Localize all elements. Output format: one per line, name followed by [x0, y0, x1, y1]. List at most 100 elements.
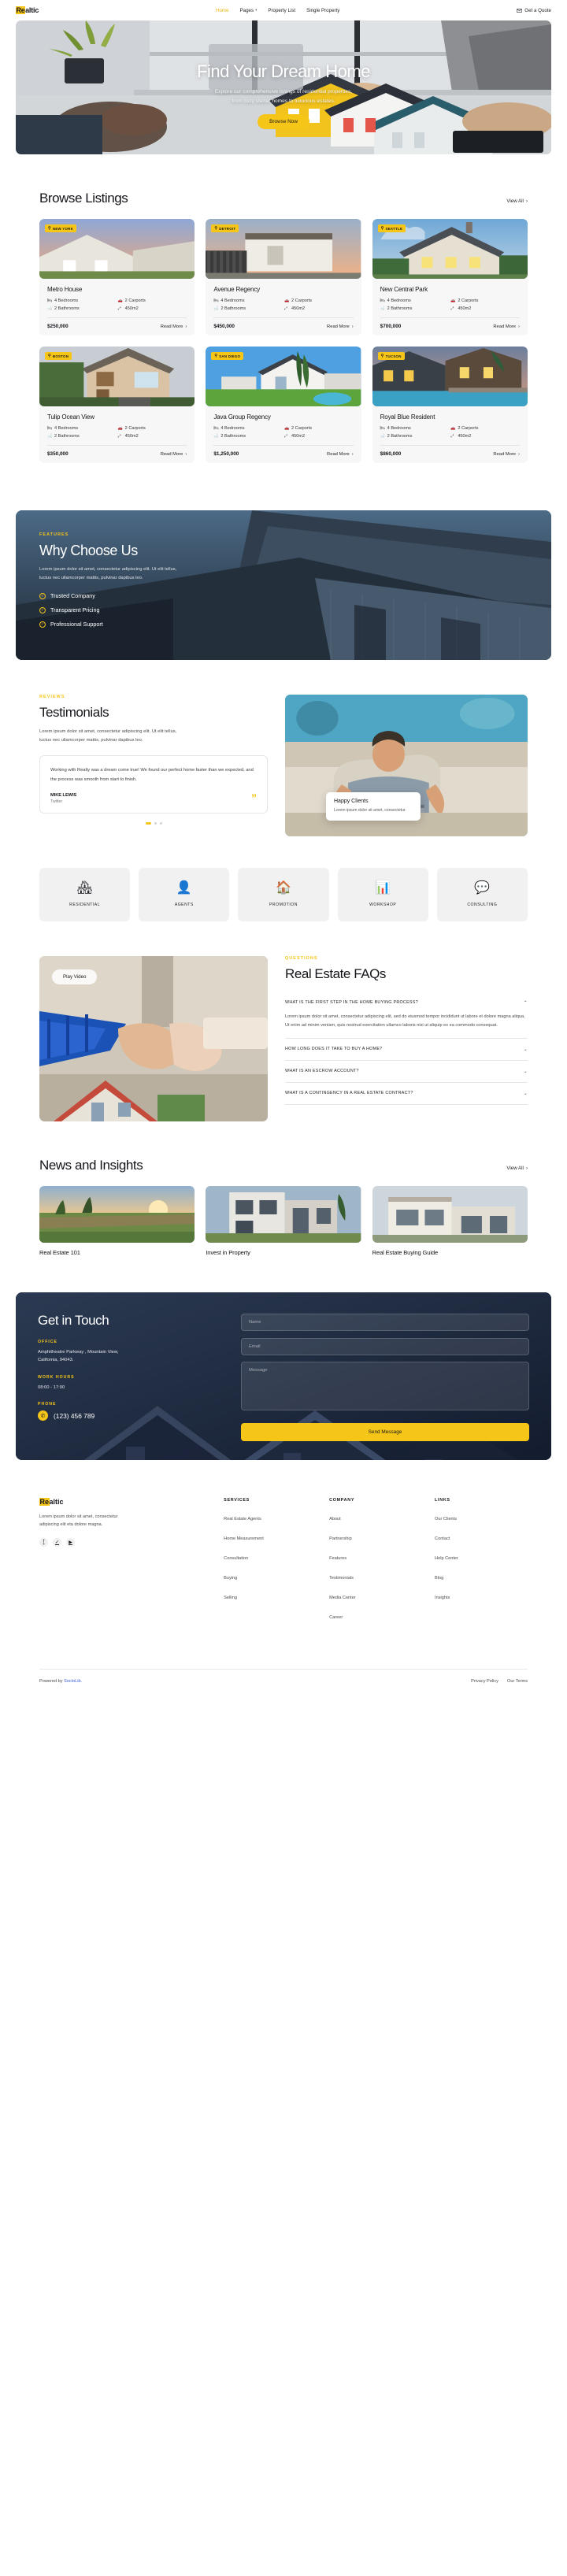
nav-item-pages[interactable]: Pages ▾	[240, 8, 258, 13]
terms-link[interactable]: Our Terms	[507, 1679, 528, 1684]
testimonial-author-row: MIKE LEWIS Twitter ”	[50, 792, 257, 804]
happy-clients-card: Happy Clients Lorem ipsum dolor sit amet…	[326, 792, 421, 821]
footer-link[interactable]: Home Measurement	[224, 1536, 264, 1541]
listings-view-all-link[interactable]: View All ›	[506, 198, 528, 206]
privacy-policy-link[interactable]: Privacy Policy	[471, 1679, 498, 1684]
site-footer: Realtic Lorem ipsum dolor sit amet, cons…	[39, 1460, 528, 1696]
category-workshop[interactable]: 📊 WORKSHOP	[337, 868, 428, 921]
get-a-quote-button[interactable]: Get a Quote	[517, 8, 551, 13]
footer-link[interactable]: Our Clients	[435, 1517, 457, 1522]
footer-link[interactable]: Features	[329, 1556, 346, 1561]
spec-bathrooms: 🛁 2 Bathrooms	[213, 434, 246, 439]
property-card[interactable]: ⚲ DETROIT Avenue Regency 🛏 4 Bedrooms 🚗 2 C…	[206, 219, 361, 335]
category-consulting[interactable]: 💬 CONSULTING	[436, 868, 528, 921]
property-card[interactable]: ⚲ SEATTLE New Central Park 🛏 4 Bedrooms 🚗 2…	[372, 219, 528, 335]
read-more-link[interactable]: Read More ›	[161, 324, 187, 329]
news-card[interactable]: Invest in Property	[206, 1186, 361, 1256]
property-card[interactable]: ⚲ BOSTON Tulip Ocean View 🛏 4 Bedrooms 🚗 2 …	[39, 347, 195, 463]
faq-question[interactable]: WHAT IS THE FIRST STEP IN THE HOME BUYIN…	[285, 1000, 528, 1006]
read-more-link[interactable]: Read More ›	[327, 452, 354, 457]
footer-link[interactable]: Career	[329, 1615, 343, 1620]
logo-suffix: altic	[25, 6, 39, 14]
property-name: Avenue Regency	[213, 286, 261, 293]
send-message-button[interactable]: Send Message	[241, 1423, 529, 1441]
why-description: Lorem ipsum dolor sit amet, consectetur …	[39, 567, 177, 580]
carousel-dot-1[interactable]	[145, 821, 151, 825]
message-field[interactable]	[241, 1362, 529, 1410]
property-name: Royal Blue Resident	[380, 413, 435, 421]
footer-link[interactable]: Partnership	[329, 1536, 352, 1541]
powered-brand[interactable]: SocioLib.	[64, 1679, 82, 1684]
footer-links: Our Clients Contact Help Center Blog Ins…	[435, 1510, 528, 1603]
category-promotion[interactable]: 🏠 PROMOTION	[238, 868, 329, 921]
nav-item-property-list[interactable]: Property List	[268, 8, 295, 13]
carousel-dot-3[interactable]	[159, 821, 162, 825]
property-card[interactable]: ⚲ SAN DIEGO Java Group Regency 🛏 4 Bedroom…	[206, 347, 361, 463]
faq-title: Real Estate FAQs	[285, 966, 386, 981]
phone-row[interactable]: ✆ (123) 456 789	[38, 1410, 219, 1421]
footer-link[interactable]: Testimonials	[329, 1576, 354, 1581]
nav-item-single-property[interactable]: Single Property	[306, 8, 339, 13]
email-field[interactable]	[241, 1338, 529, 1355]
get-a-quote-label: Get a Quote	[524, 7, 551, 13]
carousel-dot-2[interactable]	[154, 821, 157, 825]
property-specs: 🛏 4 Bedrooms 🚗 2 Carports 🛁 2 Bathrooms ⤢ 45…	[213, 298, 353, 311]
news-header: News and Insights View All ›	[39, 1158, 528, 1173]
chevron-right-icon: ›	[525, 198, 528, 204]
nav-item-home[interactable]: Home	[216, 8, 229, 13]
read-more-link[interactable]: Read More ›	[493, 324, 520, 329]
faq-video-thumbnail[interactable]: Play Video	[39, 956, 268, 1121]
browse-now-button[interactable]: Browse Now	[258, 114, 309, 130]
category-label: AGENTS	[174, 903, 194, 907]
property-card[interactable]: ⚲ TUCSON Royal Blue Resident 🛏 4 Bedrooms …	[372, 347, 528, 463]
news-card[interactable]: Real Estate 101	[39, 1186, 195, 1256]
map-pin-icon: ⚲	[48, 225, 51, 231]
logo[interactable]: Realtic	[16, 6, 39, 14]
spec-bedrooms: 🛏 4 Bedrooms	[380, 298, 411, 303]
office-label: OFFICE	[38, 1340, 58, 1344]
footer-link[interactable]: Blog	[435, 1576, 443, 1581]
read-more-link[interactable]: Read More ›	[493, 452, 520, 457]
footer-link[interactable]: Real Estate Agents	[224, 1517, 261, 1522]
faq-question[interactable]: WHAT IS A CONTINGENCY IN A REAL ESTATE C…	[285, 1091, 528, 1096]
footer-link[interactable]: About	[329, 1517, 341, 1522]
name-field[interactable]	[241, 1314, 529, 1331]
property-image: ⚲ TUCSON	[372, 347, 528, 406]
footer-logo[interactable]: Realtic	[39, 1498, 211, 1506]
social-links: f ✓ ▶	[39, 1537, 211, 1547]
news-card[interactable]: Real Estate Buying Guide	[372, 1186, 528, 1256]
read-more-link[interactable]: Read More ›	[161, 452, 187, 457]
map-pin-icon: ⚲	[214, 353, 218, 358]
news-grid: Real Estate 101 Invest in Property Real …	[39, 1186, 528, 1256]
property-footer: $700,000 Read More ›	[380, 317, 520, 329]
faq-question[interactable]: WHAT IS AN ESCROW ACCOUNT? ⌄	[285, 1069, 528, 1074]
footer-link[interactable]: Insights	[435, 1596, 450, 1600]
footer-link[interactable]: Consultation	[224, 1556, 248, 1561]
youtube-icon[interactable]: ▶	[66, 1537, 75, 1547]
car-icon: 🚗	[117, 426, 123, 431]
contact-hours: WORK HOURS 08:00 - 17:00	[38, 1375, 219, 1392]
spec-area: ⤢ 450m2	[117, 434, 139, 439]
read-more-link[interactable]: Read More ›	[327, 324, 354, 329]
spec-bedrooms: 🛏 4 Bedrooms	[213, 426, 245, 431]
category-residential[interactable]: 🏘 RESIDENTIAL	[39, 868, 131, 921]
footer-column-services: SERVICES Real Estate Agents Home Measure…	[224, 1498, 317, 1628]
property-card[interactable]: ⚲ NEW YORK Metro House 🛏 4 Bedrooms 🚗 2 Car…	[39, 219, 195, 335]
faq-question[interactable]: HOW LONG DOES IT TAKE TO BUY A HOME? ⌄	[285, 1047, 528, 1052]
browse-listings-section: Browse Listings View All › ⚲ NEW YORK Metr…	[39, 154, 528, 482]
property-specs: 🛏 4 Bedrooms 🚗 2 Carports 🛁 2 Bathrooms ⤢ 45…	[213, 426, 353, 439]
footer-link[interactable]: Help Center	[435, 1556, 458, 1561]
category-agents[interactable]: 👤 AGENTS	[139, 868, 230, 921]
footer-link[interactable]: Contact	[435, 1536, 450, 1541]
play-video-button[interactable]: Play Video	[52, 969, 98, 984]
footer-grid: Realtic Lorem ipsum dolor sit amet, cons…	[39, 1498, 528, 1628]
facebook-icon[interactable]: f	[39, 1537, 48, 1547]
property-price: $350,000	[47, 451, 69, 457]
footer-link[interactable]: Media Center	[329, 1596, 356, 1600]
twitter-icon[interactable]: ✓	[53, 1537, 61, 1547]
news-view-all-link[interactable]: View All ›	[506, 1166, 528, 1173]
listing-cards-row-2: ⚲ BOSTON Tulip Ocean View 🛏 4 Bedrooms 🚗 2 …	[39, 347, 528, 463]
contact-section: Get in Touch OFFICE Amphitheatre Parkway…	[16, 1292, 551, 1460]
footer-link[interactable]: Selling	[224, 1596, 237, 1600]
footer-link[interactable]: Buying	[224, 1576, 237, 1581]
